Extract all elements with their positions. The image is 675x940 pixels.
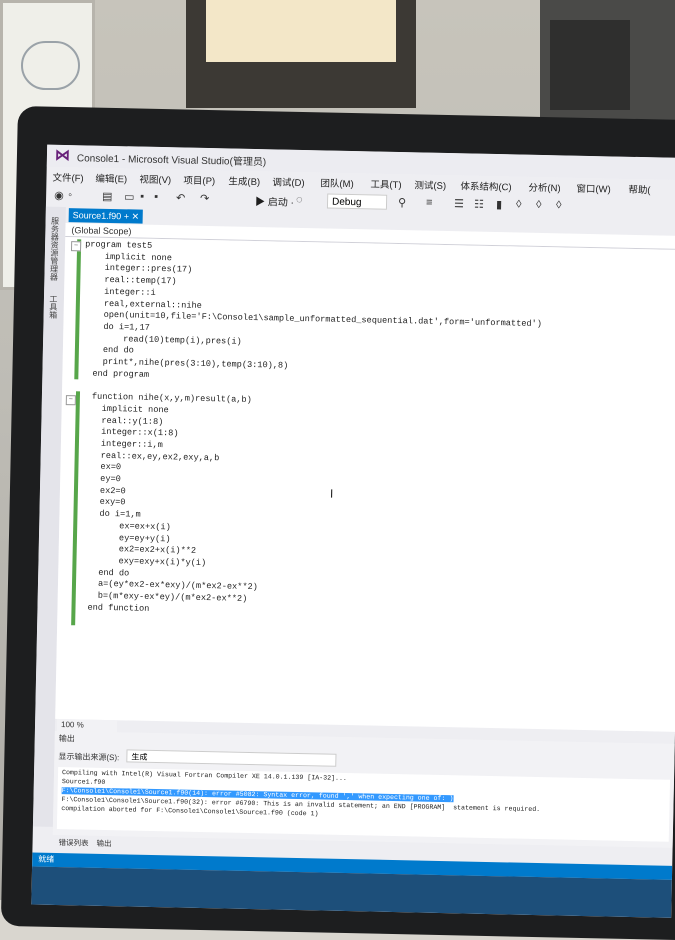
code-line: implicit none	[101, 403, 169, 416]
output-panel: 输出 显示输出来源(S): 生成 Compiling with Intel(R)…	[52, 730, 675, 848]
output-title: 输出	[58, 733, 75, 744]
find-icon[interactable]: ⚲	[398, 196, 406, 209]
code-line: do i=1,17	[103, 321, 150, 333]
whiteboard-drawing	[21, 41, 80, 90]
forward-icon[interactable]: ◦	[68, 189, 72, 201]
menu-edit[interactable]: 编辑(E)	[95, 171, 127, 186]
output-line: Source1.f90	[61, 778, 106, 786]
code-line: integer::x(1:8)	[101, 427, 179, 439]
code-line: read(10)temp(i),pres(i)	[123, 333, 242, 347]
indent-icon[interactable]: ☰	[454, 197, 464, 210]
code-line: open(unit=10,file='F:\Console1\sample_un…	[103, 310, 543, 330]
tab-label: Source1.f90	[72, 210, 122, 222]
code-editor[interactable]: − − program test5 implicit none integer::p…	[55, 237, 675, 732]
tab-error-list[interactable]: 错误列表	[58, 837, 88, 849]
menu-view[interactable]: 视图(V)	[139, 172, 171, 187]
menu-tools[interactable]: 工具(T)	[370, 176, 401, 191]
bookmark-clear-icon[interactable]: ◊	[556, 199, 562, 211]
code-line: integer::i	[104, 286, 156, 298]
comment-icon[interactable]: ≡	[426, 197, 433, 209]
tab-source1[interactable]: Source1.f90 + ✕	[68, 208, 144, 224]
output-source-label: 显示输出来源(S):	[58, 751, 120, 763]
bookmark-icon[interactable]: ▮	[496, 198, 502, 211]
menu-analyze[interactable]: 分析(N)	[528, 180, 560, 195]
code-line: exy=0	[99, 497, 126, 508]
menu-window[interactable]: 窗口(W)	[576, 181, 611, 196]
collapse-icon[interactable]: −	[65, 395, 76, 406]
code-line: end function	[87, 602, 150, 614]
menu-build[interactable]: 生成(B)	[228, 173, 260, 188]
configuration-select[interactable]: Debug	[326, 193, 388, 210]
window-light	[206, 0, 396, 62]
save-all-icon[interactable]: ▪	[154, 191, 158, 203]
monitor: ⋈ Console1 - Microsoft Visual Studio(管理员…	[0, 106, 675, 940]
bookmark-next-icon[interactable]: ◊	[536, 199, 542, 211]
back-icon[interactable]: ◉	[54, 189, 64, 202]
code-line: ex=0	[100, 462, 122, 473]
code-line: real,external::nihe	[103, 298, 202, 311]
start-button[interactable]: ▶ 启动 ·	[255, 193, 294, 209]
menu-team[interactable]: 团队(M)	[320, 175, 354, 190]
menu-help[interactable]: 帮助(	[628, 182, 650, 196]
code-line: end do	[98, 567, 130, 579]
code-line: real::temp(17)	[104, 274, 177, 287]
code-line: ey=ey+y(i)	[118, 532, 171, 544]
visual-studio-logo-icon: ⋈	[54, 146, 71, 165]
tab-close-icon[interactable]: + ✕	[124, 211, 140, 221]
code-line: integer::pres(17)	[104, 263, 193, 276]
target-icon[interactable]: ◌	[296, 194, 303, 206]
menu-test[interactable]: 测试(S)	[414, 177, 446, 192]
change-bar	[71, 391, 81, 626]
server-explorer-tab[interactable]: 服务器资源管理器	[48, 217, 60, 281]
new-project-icon[interactable]: ▤	[102, 190, 113, 203]
code-line: ey=0	[100, 473, 121, 485]
output-text[interactable]: Compiling with Intel(R) Visual Fortran C…	[56, 766, 671, 842]
code-line: exy=exy+x(i)*y(i)	[118, 556, 207, 568]
menu-file[interactable]: 文件(F)	[52, 170, 83, 185]
code-line: ex=ex+x(i)	[119, 521, 171, 533]
code-line: ex2=0	[99, 485, 126, 497]
code-line: implicit none	[104, 251, 173, 263]
code-line: real::y(1:8)	[101, 415, 164, 427]
outdent-icon[interactable]: ☷	[474, 198, 484, 211]
output-source-select[interactable]: 生成	[126, 749, 337, 767]
shelf	[550, 20, 630, 110]
code-line: program test5	[85, 239, 153, 251]
code-line: end do	[102, 345, 134, 356]
window-title: Console1 - Microsoft Visual Studio(管理员)	[76, 153, 267, 169]
text-cursor-icon: I	[329, 486, 334, 501]
code-line: do i=1,m	[99, 508, 141, 520]
redo-icon[interactable]: ↷	[200, 192, 209, 205]
code-line: end program	[92, 368, 150, 380]
ide-window: ⋈ Console1 - Microsoft Visual Studio(管理员…	[31, 144, 675, 918]
menu-debug[interactable]: 调试(D)	[272, 174, 304, 189]
save-icon[interactable]: ▪	[140, 191, 144, 203]
change-bar	[74, 239, 82, 380]
open-folder-icon[interactable]: ▭	[124, 190, 135, 203]
menu-project[interactable]: 项目(P)	[183, 172, 215, 187]
menu-architecture[interactable]: 体系结构(C)	[460, 178, 511, 193]
code-line: integer::i,m	[100, 438, 163, 450]
toolbox-tab[interactable]: 工具箱	[48, 295, 60, 319]
code-line: ex2=ex2+x(i)**2	[118, 544, 197, 557]
tab-output[interactable]: 输出	[96, 838, 111, 849]
collapse-icon[interactable]: −	[70, 241, 82, 252]
code-line: real::ex,ey,ex2,exy,a,b	[100, 450, 220, 463]
bookmark-prev-icon[interactable]: ◊	[516, 198, 522, 210]
undo-icon[interactable]: ↶	[176, 191, 185, 204]
